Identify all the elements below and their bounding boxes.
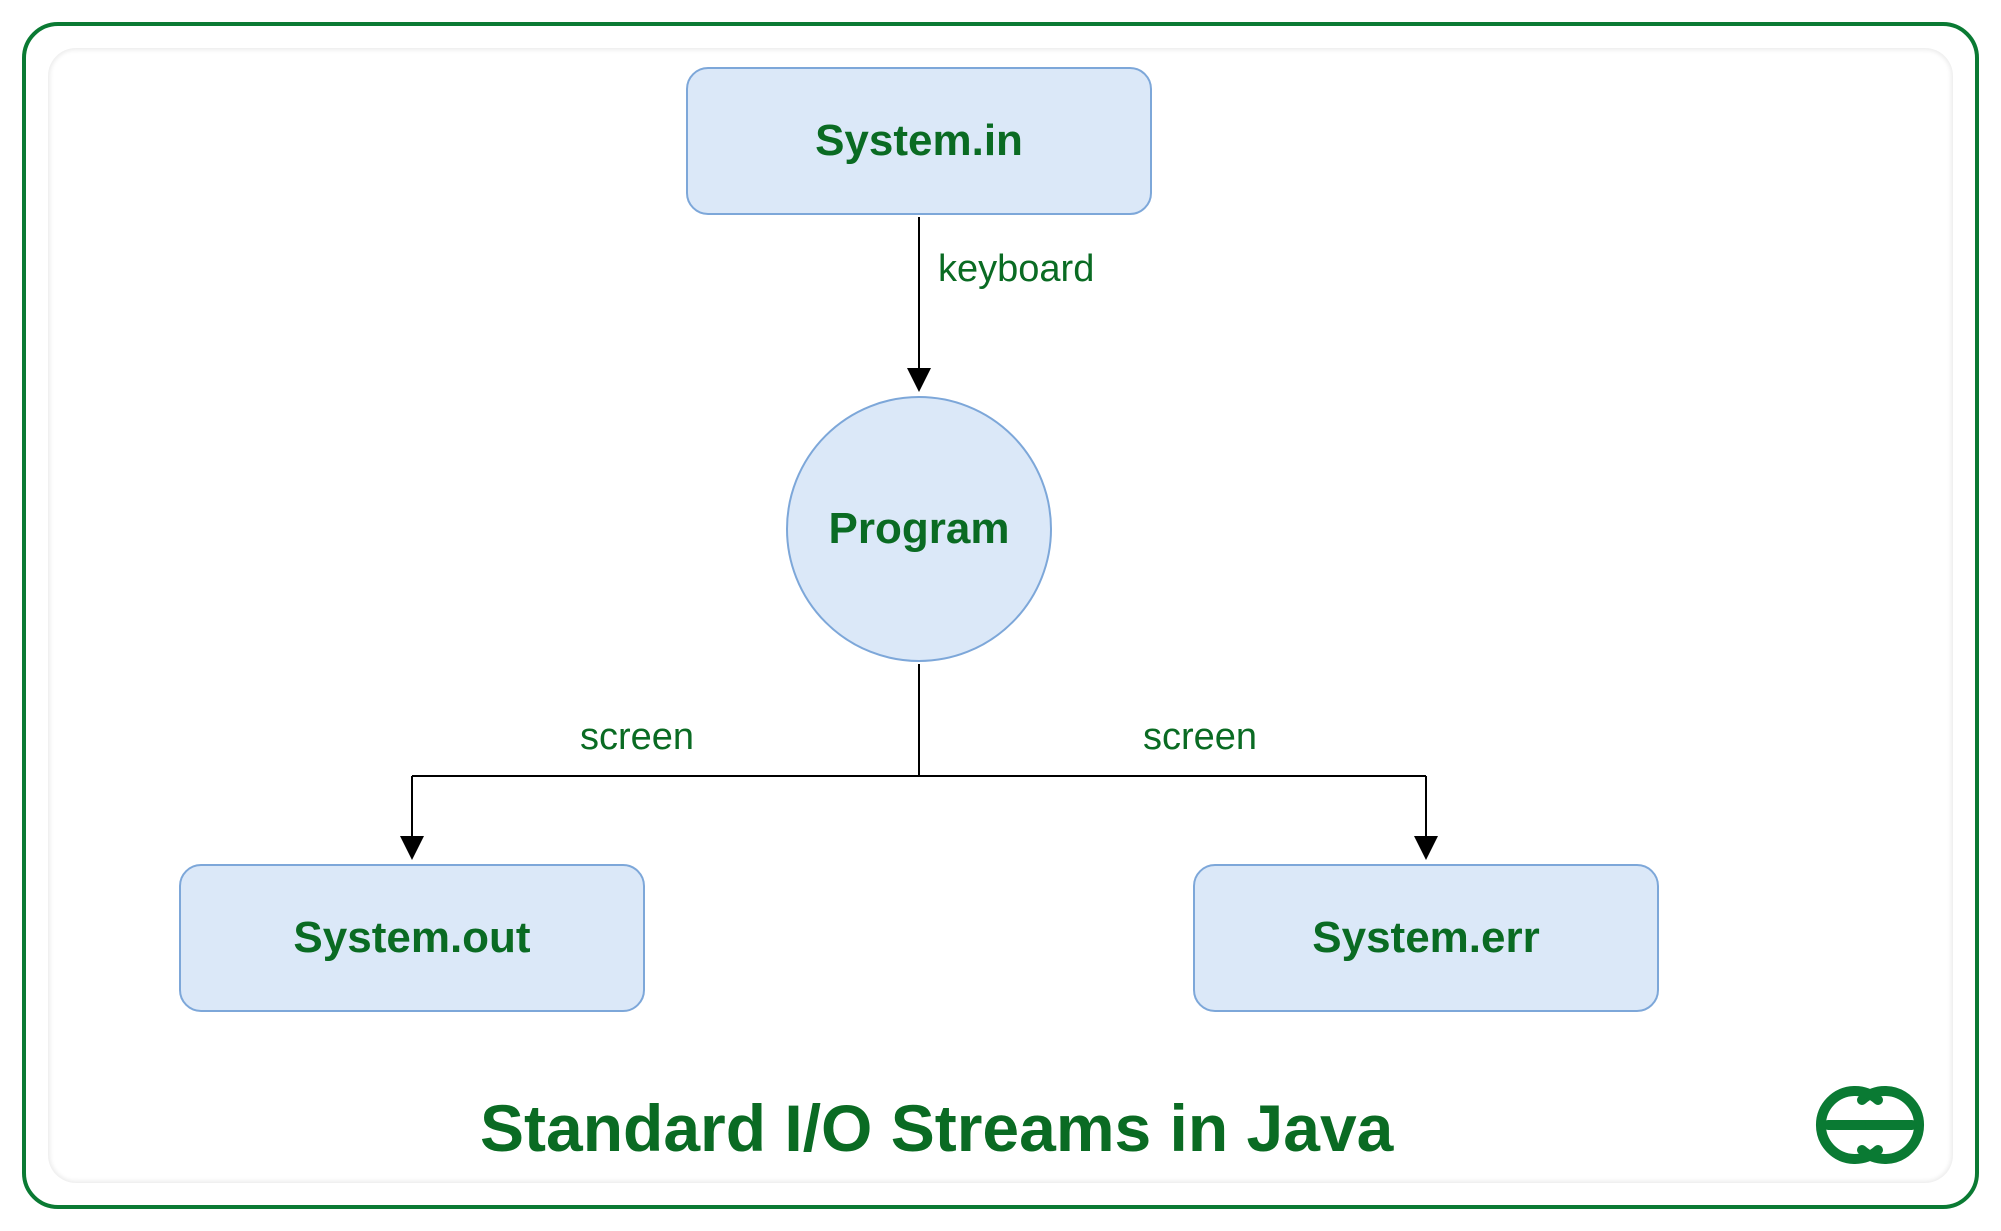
node-program-label: Program	[829, 504, 1010, 554]
node-program: Program	[786, 396, 1052, 662]
node-system-err: System.err	[1193, 864, 1659, 1012]
edge-label-screen-right: screen	[1143, 716, 1257, 759]
node-system-in: System.in	[686, 67, 1152, 215]
node-system-in-label: System.in	[815, 116, 1023, 166]
node-system-err-label: System.err	[1312, 913, 1539, 963]
edge-label-keyboard: keyboard	[938, 248, 1094, 291]
node-system-out: System.out	[179, 864, 645, 1012]
edge-label-screen-left: screen	[580, 716, 694, 759]
diagram-title: Standard I/O Streams in Java	[480, 1090, 1393, 1166]
node-system-out-label: System.out	[293, 913, 530, 963]
geeksforgeeks-logo-icon	[1780, 1070, 1960, 1185]
